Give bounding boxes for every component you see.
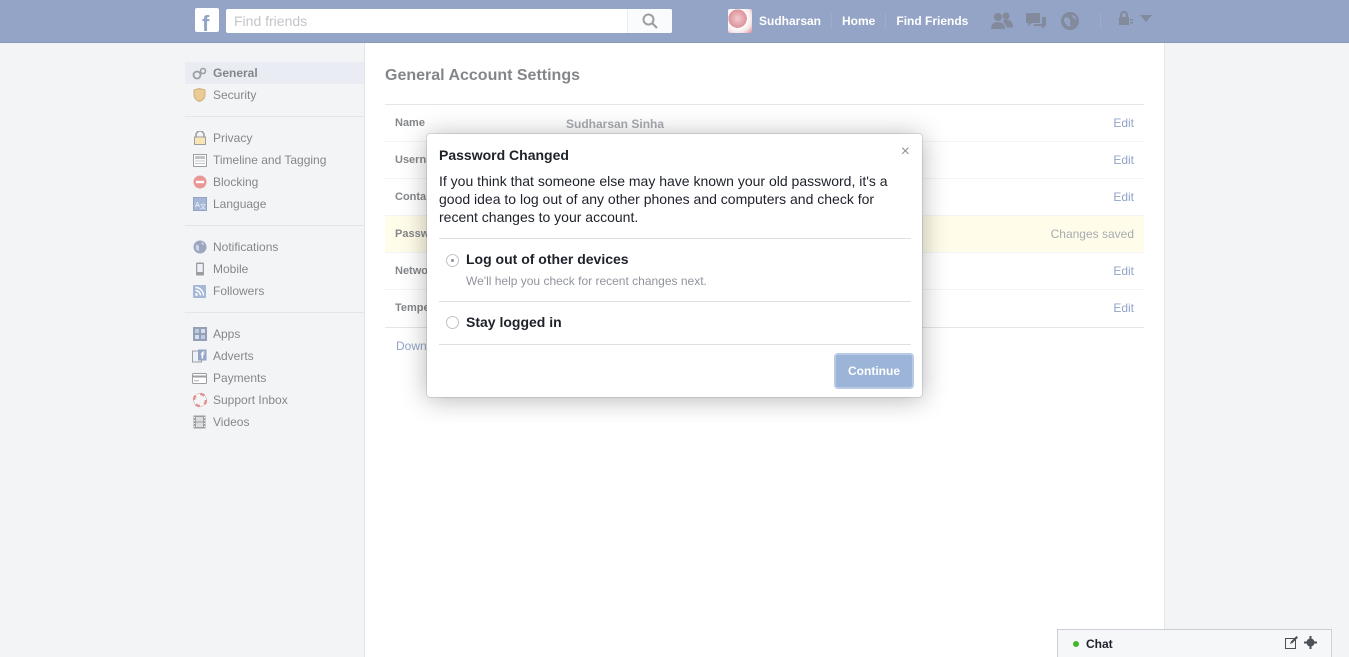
chat-bar[interactable]: Chat xyxy=(1057,629,1332,657)
logout-other-devices-radio[interactable] xyxy=(446,254,459,267)
stay-logged-in-label[interactable]: Stay logged in xyxy=(466,314,562,330)
stay-logged-in-radio[interactable] xyxy=(446,316,459,329)
close-icon[interactable]: × xyxy=(901,143,910,161)
online-status-dot xyxy=(1073,641,1079,647)
compose-icon[interactable] xyxy=(1285,636,1298,649)
continue-button[interactable]: Continue xyxy=(836,355,912,387)
divider xyxy=(439,344,911,345)
logout-other-devices-label[interactable]: Log out of other devices xyxy=(466,251,629,267)
password-changed-dialog: Password Changed × If you think that som… xyxy=(427,134,922,397)
dialog-message: If you think that someone else may have … xyxy=(439,173,888,225)
dialog-title: Password Changed xyxy=(439,147,569,163)
chat-label: Chat xyxy=(1086,637,1113,651)
logout-other-devices-hint: We'll help you check for recent changes … xyxy=(466,274,707,288)
divider xyxy=(439,301,911,302)
chat-actions xyxy=(1285,636,1317,649)
divider xyxy=(439,238,911,239)
gear-icon[interactable] xyxy=(1304,636,1317,649)
